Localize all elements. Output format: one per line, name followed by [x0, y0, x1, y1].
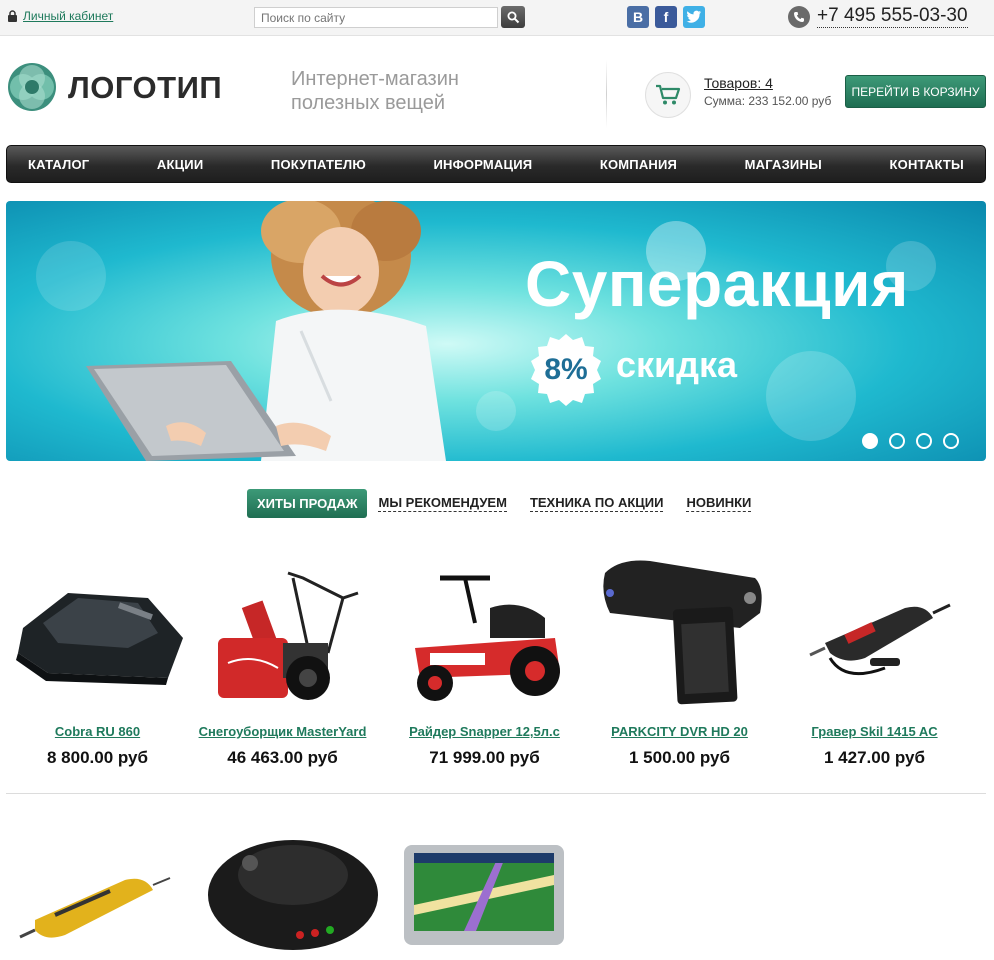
slider-dots	[862, 433, 959, 449]
phone-icon	[788, 5, 810, 28]
cart-sum: Сумма: 233 152.00 руб	[704, 94, 832, 108]
tab-new[interactable]: НОВИНКИ	[686, 495, 752, 512]
radar-detector-image[interactable]	[8, 553, 188, 713]
tagline: Интернет-магазин полезных вещей	[291, 67, 459, 115]
engraver-image[interactable]	[785, 553, 965, 713]
product-name[interactable]: Гравер Skil 1415 AC	[777, 724, 972, 739]
logo-icon[interactable]	[7, 62, 57, 112]
personal-cabinet-link[interactable]: Личный кабинет	[7, 9, 113, 23]
nav-item-company[interactable]: КОМПАНИЯ	[600, 157, 677, 172]
nav-item-information[interactable]: ИНФОРМАЦИЯ	[433, 157, 532, 172]
product-name[interactable]: Снегоуборщик MasterYard	[185, 724, 380, 739]
header-divider	[606, 60, 607, 128]
slider-dot-3[interactable]	[916, 433, 932, 449]
tab-bestsellers[interactable]: ХИТЫ ПРОДАЖ	[247, 489, 368, 518]
product-card[interactable]: Снегоуборщик MasterYard 46 463.00 руб	[185, 553, 380, 768]
discount-word: скидка	[616, 344, 738, 385]
facebook-icon[interactable]: f	[655, 6, 677, 28]
product-price: 1 500.00 руб	[628, 748, 730, 767]
search-button[interactable]	[501, 6, 525, 28]
lock-icon	[8, 10, 17, 22]
product-price: 71 999.00 руб	[429, 748, 540, 767]
tab-promo-tech[interactable]: ТЕХНИКА ПО АКЦИИ	[529, 495, 664, 512]
product-price: 46 463.00 руб	[227, 748, 338, 767]
product-name[interactable]: Cobra RU 860	[0, 724, 195, 739]
product-card[interactable]: PARKCITY DVR HD 20 1 500.00 руб	[582, 553, 777, 768]
product-card[interactable]: Гравер Skil 1415 AC 1 427.00 руб	[777, 553, 972, 768]
phone-block: +7 495 555-03-30	[788, 5, 968, 28]
product-price: 1 427.00 руб	[823, 748, 925, 767]
header: ЛОГОТИП Интернет-магазин полезных вещей …	[0, 36, 994, 140]
main-nav: КАТАЛОГ АКЦИИ ПОКУПАТЕЛЮ ИНФОРМАЦИЯ КОМП…	[6, 145, 986, 183]
tagline-line2: полезных вещей	[291, 92, 446, 114]
slider-dot-2[interactable]	[889, 433, 905, 449]
tagline-line1: Интернет-магазин	[291, 68, 459, 90]
promo-banner[interactable]: Суперакция 8% скидка	[6, 201, 986, 461]
go-to-cart-button[interactable]: ПЕРЕЙТИ В КОРЗИНУ	[845, 75, 986, 108]
snowblower-image[interactable]	[193, 553, 373, 713]
cart-icon[interactable]	[645, 72, 691, 118]
vk-icon[interactable]: B	[627, 6, 649, 28]
riding-mower-image[interactable]	[395, 553, 575, 713]
cart-count[interactable]: Товаров: 4	[704, 75, 773, 91]
rotary-tool-image[interactable]	[15, 845, 175, 955]
dashcam-image[interactable]	[590, 553, 770, 713]
row-divider	[6, 793, 986, 794]
slider-dot-4[interactable]	[943, 433, 959, 449]
product-card[interactable]: Райдер Snapper 12,5л.с 71 999.00 руб	[387, 553, 582, 768]
nav-item-promotions[interactable]: АКЦИИ	[157, 157, 204, 172]
product-tabs: ХИТЫ ПРОДАЖ МЫ РЕКОМЕНДУЕМ ТЕХНИКА ПО АК…	[247, 489, 774, 518]
personal-cabinet-label[interactable]: Личный кабинет	[23, 9, 113, 23]
product-name[interactable]: PARKCITY DVR HD 20	[582, 724, 777, 739]
slider-dot-1[interactable]	[862, 433, 878, 449]
product-card[interactable]: Cobra RU 860 8 800.00 руб	[0, 553, 195, 768]
twitter-icon[interactable]	[683, 6, 705, 28]
product-price: 8 800.00 руб	[46, 748, 148, 767]
top-bar: Личный кабинет B f +7 495 555-03-30	[0, 0, 994, 36]
nav-item-contacts[interactable]: КОНТАКТЫ	[890, 157, 964, 172]
nav-item-stores[interactable]: МАГАЗИНЫ	[745, 157, 822, 172]
nav-item-customer[interactable]: ПОКУПАТЕЛЮ	[271, 157, 366, 172]
gps-navigator-image[interactable]	[404, 845, 564, 945]
product-name[interactable]: Райдер Snapper 12,5л.с	[387, 724, 582, 739]
banner-title: Суперакция	[525, 248, 909, 320]
discount-badge-value: 8%	[544, 353, 588, 386]
nav-item-catalog[interactable]: КАТАЛОГ	[28, 157, 89, 172]
radar-detector-round-image[interactable]	[205, 815, 380, 955]
search-icon	[507, 11, 519, 23]
tab-recommended[interactable]: МЫ РЕКОМЕНДУЕМ	[378, 495, 507, 512]
search-input[interactable]	[254, 7, 498, 28]
phone-number[interactable]: +7 495 555-03-30	[817, 5, 968, 28]
logo-text[interactable]: ЛОГОТИП	[68, 70, 222, 106]
woman-with-laptop-image	[86, 201, 446, 461]
